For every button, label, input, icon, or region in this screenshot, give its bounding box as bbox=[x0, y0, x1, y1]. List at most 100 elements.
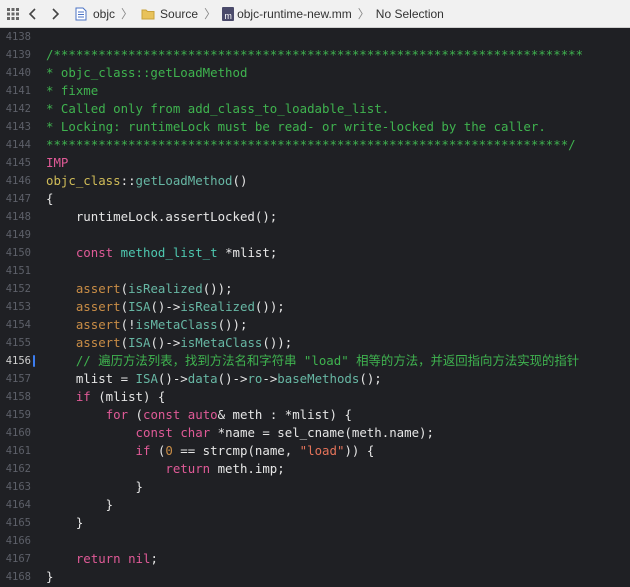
folder-icon bbox=[139, 5, 157, 23]
code-text: * objc_class::getLoadMethod bbox=[46, 65, 248, 80]
code-line[interactable]: 4152 assert(isRealized()); bbox=[0, 280, 630, 298]
forward-button[interactable] bbox=[44, 3, 66, 25]
breadcrumb-item-project[interactable]: objc bbox=[93, 7, 115, 21]
project-file-icon bbox=[72, 5, 90, 23]
code-text: } bbox=[46, 497, 114, 512]
code-line[interactable]: 4159 for (const auto& meth : *mlist) { bbox=[0, 406, 630, 424]
line-number: 4151 bbox=[5, 265, 31, 277]
code-line[interactable]: 4147 { bbox=[0, 190, 630, 208]
line-number: 4156 bbox=[5, 355, 31, 367]
code-line[interactable]: 4157 mlist = ISA()->data()->ro->baseMeth… bbox=[0, 370, 630, 388]
code-text: } bbox=[46, 569, 54, 584]
code-line[interactable]: 4168} bbox=[0, 568, 630, 586]
code-line[interactable]: 4154 assert(!isMetaClass()); bbox=[0, 316, 630, 334]
code-line[interactable]: 4164 } bbox=[0, 496, 630, 514]
code-line[interactable]: 4144 ************************************… bbox=[0, 136, 630, 154]
code-line[interactable]: 4142 * Called only from add_class_to_load… bbox=[0, 100, 630, 118]
line-number: 4138 bbox=[5, 31, 31, 43]
code-text: } bbox=[46, 479, 143, 494]
code-line[interactable]: 4161 if (0 == strcmp(name, "load")) { bbox=[0, 442, 630, 460]
code-line[interactable]: 4143 * Locking: runtimeLock must be read-… bbox=[0, 118, 630, 136]
code-line[interactable]: 4138 bbox=[0, 28, 630, 46]
line-number: 4145 bbox=[5, 157, 31, 169]
code-text: runtimeLock.assertLocked(); bbox=[46, 209, 278, 224]
code-line[interactable]: 4165 } bbox=[0, 514, 630, 532]
code-line[interactable]: 4158 if (mlist) { bbox=[0, 388, 630, 406]
code-text: IMP bbox=[46, 155, 69, 170]
line-number: 4155 bbox=[5, 337, 31, 349]
line-number: 4142 bbox=[5, 103, 31, 115]
related-items-grid-icon[interactable] bbox=[4, 5, 22, 23]
line-number: 4168 bbox=[5, 571, 31, 583]
breadcrumb-item-folder[interactable]: Source bbox=[160, 7, 198, 21]
line-number: 4153 bbox=[5, 301, 31, 313]
code-line[interactable]: 4140 * objc_class::getLoadMethod bbox=[0, 64, 630, 82]
line-number: 4141 bbox=[5, 85, 31, 97]
code-text: // 遍历方法列表，找到方法名和字符串 "load" 相等的方法，并返回指向方法… bbox=[75, 353, 580, 368]
code-text: const method_list_t *mlist; bbox=[75, 245, 278, 260]
code-line[interactable]: 4156 // 遍历方法列表，找到方法名和字符串 "load" 相等的方法，并返… bbox=[0, 352, 630, 370]
chevron-left-icon bbox=[28, 7, 36, 20]
line-number: 4160 bbox=[5, 427, 31, 439]
code-line[interactable]: 4151 bbox=[0, 262, 630, 280]
line-number: 4152 bbox=[5, 283, 31, 295]
code-line[interactable]: 4141 * fixme bbox=[0, 82, 630, 100]
line-number: 4140 bbox=[5, 67, 31, 79]
code-text: objc_class::getLoadMethod() bbox=[46, 173, 248, 188]
code-text: assert(ISA()->isRealized()); bbox=[75, 299, 285, 314]
code-line[interactable]: 4153 assert(ISA()->isRealized()); bbox=[0, 298, 630, 316]
line-number: 4144 bbox=[5, 139, 31, 151]
code-line[interactable]: 4162 return meth.imp; bbox=[0, 460, 630, 478]
chevron-right-icon bbox=[52, 7, 60, 20]
code-line[interactable]: 4148 runtimeLock.assertLocked(); bbox=[0, 208, 630, 226]
line-number: 4157 bbox=[5, 373, 31, 385]
line-number: 4146 bbox=[5, 175, 31, 187]
code-line[interactable]: 4163 } bbox=[0, 478, 630, 496]
code-line[interactable]: 4150 const method_list_t *mlist; bbox=[0, 244, 630, 262]
line-number: 4139 bbox=[5, 49, 31, 61]
line-number: 4165 bbox=[5, 517, 31, 529]
line-number: 4166 bbox=[5, 535, 31, 547]
line-number: 4154 bbox=[5, 319, 31, 331]
line-number: 4159 bbox=[5, 409, 31, 421]
code-text: assert(ISA()->isMetaClass()); bbox=[75, 335, 293, 350]
source-editor[interactable]: 4138 4139 /*******************************… bbox=[0, 28, 630, 587]
code-text: } bbox=[46, 515, 84, 530]
code-text: return meth.imp; bbox=[165, 461, 285, 476]
code-text: /***************************************… bbox=[46, 47, 584, 62]
code-line[interactable]: 4146 objc_class::getLoadMethod() bbox=[0, 172, 630, 190]
jump-bar: objc 〉 Source 〉 m objc-runtime-new.mm 〉 … bbox=[0, 0, 630, 28]
breadcrumb-separator-icon: 〉 bbox=[121, 7, 134, 21]
line-number: 4147 bbox=[5, 193, 31, 205]
line-number: 4150 bbox=[5, 247, 31, 259]
breadcrumb-item-symbol[interactable]: No Selection bbox=[376, 7, 444, 21]
code-line[interactable]: 4167 return nil; bbox=[0, 550, 630, 568]
line-number: 4149 bbox=[5, 229, 31, 241]
line-number: 4143 bbox=[5, 121, 31, 133]
breadcrumb-item-file[interactable]: objc-runtime-new.mm bbox=[237, 7, 352, 21]
code-text: assert(!isMetaClass()); bbox=[75, 317, 248, 332]
line-number: 4148 bbox=[5, 211, 31, 223]
code-text: return nil; bbox=[75, 551, 158, 566]
code-line[interactable]: 4166 bbox=[0, 532, 630, 550]
code-text: mlist = ISA()->data()->ro->baseMethods()… bbox=[46, 371, 382, 386]
code-line[interactable]: 4145 IMP bbox=[0, 154, 630, 172]
breadcrumb: objc 〉 Source 〉 m objc-runtime-new.mm 〉 … bbox=[72, 5, 444, 23]
code-text: * Locking: runtimeLock must be read- or … bbox=[46, 119, 546, 134]
breadcrumb-separator-icon: 〉 bbox=[204, 7, 217, 21]
line-number: 4161 bbox=[5, 445, 31, 457]
code-text: * Called only from add_class_to_loadable… bbox=[46, 101, 390, 116]
change-marker-icon bbox=[33, 355, 35, 367]
code-line[interactable]: 4155 assert(ISA()->isMetaClass()); bbox=[0, 334, 630, 352]
code-line[interactable]: 4149 bbox=[0, 226, 630, 244]
back-button[interactable] bbox=[22, 3, 44, 25]
code-line[interactable]: 4160 const char *name = sel_cname(meth.n… bbox=[0, 424, 630, 442]
objc-source-file-icon: m bbox=[222, 6, 235, 21]
code-text: * fixme bbox=[46, 83, 99, 98]
code-text: ****************************************… bbox=[46, 137, 576, 152]
code-text: assert(isRealized()); bbox=[75, 281, 233, 296]
code-text: for (const auto& meth : *mlist) { bbox=[105, 407, 352, 422]
breadcrumb-separator-icon: 〉 bbox=[357, 7, 370, 21]
code-text: { bbox=[46, 191, 54, 206]
code-line[interactable]: 4139 /***********************************… bbox=[0, 46, 630, 64]
